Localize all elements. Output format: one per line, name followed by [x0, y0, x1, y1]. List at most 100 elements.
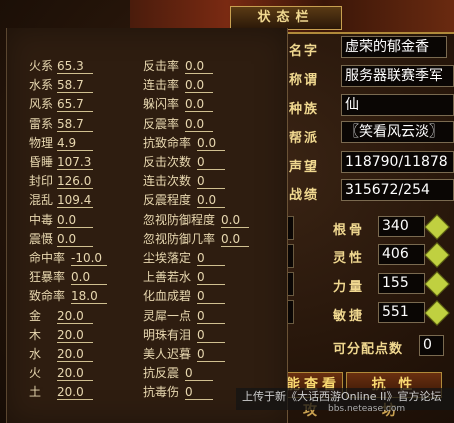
resist-value: 0: [197, 347, 225, 362]
race-value: 仙: [341, 94, 454, 116]
resist-label: 土: [29, 385, 42, 400]
resist-value: -10.0: [71, 251, 107, 266]
resist-value: 18.0: [71, 289, 107, 305]
resist-label: 致命率: [29, 289, 66, 304]
resist-value: 0: [197, 309, 225, 324]
resist-value: 0: [197, 251, 225, 266]
resistance-popup: 火系 65.3 水系 58.7 风系 65.7 雷系 58.7 物理 4.9 昏睡 107.3 封印 12…: [6, 28, 288, 423]
resist-right-row: 连击率 0.0: [143, 76, 213, 94]
resist-value: 0.0: [57, 213, 93, 228]
resist-label: 金: [29, 308, 42, 323]
resist-left-row: 风系 65.7: [29, 95, 93, 113]
resist-label: 抗毒伤: [143, 385, 180, 400]
resist-label: 火: [29, 366, 42, 381]
resist-label: 忽视防御程度: [143, 212, 216, 227]
resist-value: 20.0: [57, 347, 93, 362]
resist-right-row: 反击次数 0: [143, 153, 225, 171]
resist-value: 0.0: [197, 193, 225, 209]
resist-right-row: 反震率 0.0: [143, 115, 213, 133]
resist-label: 反震程度: [143, 193, 192, 208]
resist-right-row: 连击次数 0: [143, 172, 225, 190]
resist-left-row: 土 20.0: [29, 383, 93, 401]
resist-left-row: 木 20.0: [29, 326, 93, 344]
resist-label: 反击率: [143, 59, 180, 73]
resist-value: 0.0: [197, 136, 225, 151]
attr-strength-value: 155: [378, 273, 425, 294]
attr-strength-label: 力量: [333, 280, 366, 295]
resist-label: 反击次数: [143, 155, 192, 169]
resist-value: 0: [197, 270, 225, 286]
resist-right-row: 忽视防御几率 0.0: [143, 230, 249, 248]
resist-label: 中毒: [29, 212, 54, 227]
record-label: 战绩: [289, 188, 320, 203]
resist-left-row: 命中率 -10.0: [29, 249, 107, 267]
resist-value: 65.7: [57, 97, 93, 113]
resist-value: 20.0: [57, 385, 93, 401]
resist-label: 水系: [29, 78, 54, 93]
resist-left-row: 火系 65.3: [29, 57, 93, 75]
resist-value: 0: [197, 155, 225, 170]
resist-value: 0.0: [185, 117, 213, 132]
free-points-value: 0: [419, 335, 444, 356]
reputation-value: 118790/11878: [341, 151, 454, 173]
resist-label: 躲闪率: [143, 97, 180, 112]
record-value: 315672/254: [341, 179, 454, 201]
resist-value: 0.0: [185, 97, 213, 113]
resist-left-row: 火 20.0: [29, 364, 93, 382]
resist-left-row: 雷系 58.7: [29, 115, 93, 133]
resist-value: 107.3: [57, 155, 93, 170]
attr-agility-value: 551: [378, 302, 425, 323]
resist-value: 0.0: [221, 213, 249, 228]
resist-label: 混乱: [29, 193, 54, 208]
resist-label: 雷系: [29, 116, 54, 131]
resist-right-row: 抗致命率 0.0: [143, 134, 225, 152]
resist-left-row: 中毒 0.0: [29, 211, 93, 229]
resist-label: 连击次数: [143, 174, 192, 189]
resist-right-row: 上善若水 0: [143, 268, 225, 286]
resist-label: 明珠有泪: [143, 327, 192, 342]
resist-value: 0: [197, 174, 225, 190]
resist-label: 尘埃落定: [143, 251, 192, 265]
resist-left-row: 震慑 0.0: [29, 230, 93, 248]
resist-right-row: 化血成碧 0: [143, 287, 225, 305]
resist-value: 65.3: [57, 59, 93, 74]
resist-label: 昏睡: [29, 155, 54, 169]
resist-left-row: 物理 4.9: [29, 134, 93, 152]
resist-label: 上善若水: [143, 270, 192, 285]
resist-value: 0: [197, 289, 225, 305]
resist-label: 木: [29, 327, 42, 342]
resist-right-row: 反击率 0.0: [143, 57, 213, 75]
resist-value: 0.0: [185, 59, 213, 74]
attr-agility-label: 敏捷: [333, 309, 366, 324]
resist-label: 狂暴率: [29, 270, 66, 285]
free-points-label: 可分配点数: [333, 342, 404, 357]
title-label: 称谓: [289, 73, 320, 88]
title-value: 服务器联赛季军: [341, 65, 454, 87]
resist-right-row: 抗毒伤 0: [143, 383, 213, 401]
resist-label: 美人迟暮: [143, 347, 192, 361]
resist-value: 0.0: [71, 270, 107, 286]
resist-right-row: 躲闪率 0.0: [143, 95, 213, 113]
resist-value: 58.7: [57, 78, 93, 94]
resist-value: 0.0: [185, 78, 213, 94]
resist-left-row: 水系 58.7: [29, 76, 93, 94]
resist-value: 109.4: [57, 193, 93, 209]
resist-value: 126.0: [57, 174, 93, 190]
guild-label: 帮派: [289, 131, 320, 146]
resist-left-row: 致命率 18.0: [29, 287, 107, 305]
resist-label: 命中率: [29, 251, 66, 265]
resist-label: 忽视防御几率: [143, 231, 216, 246]
watermark: 上传于新《大话西游Online II》官方论坛 bbs.netease.com: [236, 388, 454, 414]
resist-right-row: 明珠有泪 0: [143, 326, 225, 344]
resist-label: 物理: [29, 135, 54, 150]
resist-label: 震慑: [29, 231, 54, 246]
resist-right-row: 灵犀一点 0: [143, 307, 225, 325]
attr-constitution-label: 根骨: [333, 223, 366, 238]
resist-value: 0.0: [221, 232, 249, 247]
resist-right-row: 反震程度 0.0: [143, 191, 225, 209]
resist-left-row: 金 20.0: [29, 307, 93, 325]
guild-value: 〖笑看风云淡〗: [341, 121, 454, 143]
resist-right-row: 美人迟暮 0: [143, 345, 225, 363]
resist-left-row: 狂暴率 0.0: [29, 268, 107, 286]
race-label: 种族: [289, 102, 320, 117]
